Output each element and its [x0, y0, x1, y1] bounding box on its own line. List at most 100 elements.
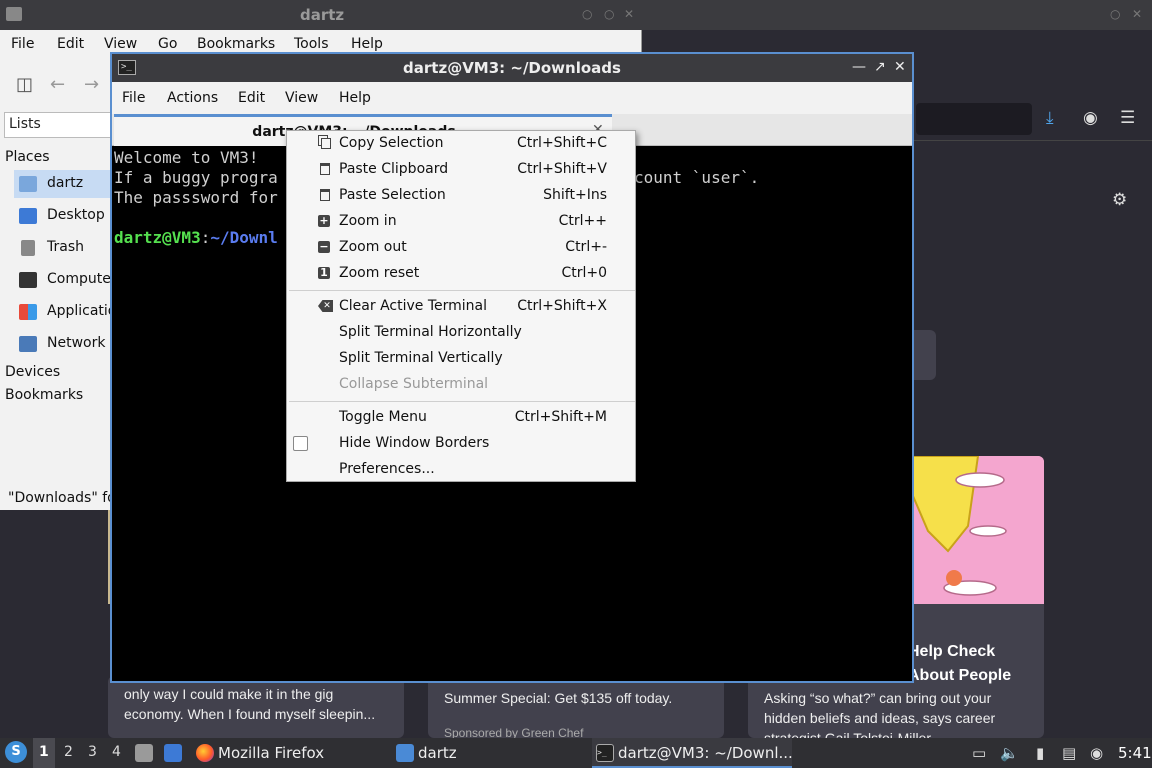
forward-icon[interactable]: →: [84, 74, 99, 95]
maximize-icon[interactable]: ○: [604, 7, 614, 21]
minimize-icon[interactable]: ○: [582, 7, 592, 21]
task-terminal[interactable]: >_ dartz@VM3: ~/Downl...: [592, 738, 793, 768]
close-icon[interactable]: ✕: [894, 59, 906, 75]
menu-item-label: Split Terminal Vertically: [339, 350, 503, 366]
sidebar: Places dartz Desktop Trash Compute Appli…: [0, 146, 116, 486]
new-window-icon[interactable]: ◫: [16, 74, 33, 95]
hamburger-menu-icon[interactable]: ☰: [1120, 108, 1135, 128]
show-desktop-icon[interactable]: [164, 744, 182, 762]
paste-icon: [320, 163, 330, 175]
workspace-4[interactable]: 4: [112, 744, 121, 760]
menu-help[interactable]: Help: [351, 36, 383, 52]
menu-item-shortcut: Ctrl+-: [565, 239, 607, 255]
menu-item-hide-window-borders[interactable]: Hide Window Borders: [287, 431, 635, 457]
menu-item-label: Zoom in: [339, 213, 397, 229]
menu-item-copy-selection[interactable]: Copy Selection Ctrl+Shift+C: [287, 131, 635, 157]
menu-item-preferences[interactable]: Preferences...: [287, 457, 635, 483]
menu-item-zoom-out[interactable]: − Zoom out Ctrl+-: [287, 235, 635, 261]
clear-icon: ✕: [318, 300, 333, 312]
menu-item-clear-active-terminal[interactable]: ✕ Clear Active Terminal Ctrl+Shift+X: [287, 294, 635, 320]
prompt-path: ~/Downl: [210, 228, 278, 247]
sidebar-item-label: Applicatio: [47, 303, 117, 319]
menu-view[interactable]: View: [285, 90, 318, 106]
gear-icon[interactable]: ⚙: [1112, 190, 1127, 210]
download-icon[interactable]: ⤓: [1046, 108, 1054, 128]
menu-edit[interactable]: Edit: [57, 36, 84, 52]
menu-actions[interactable]: Actions: [167, 90, 218, 106]
menu-item-split-horizontally[interactable]: Split Terminal Horizontally: [287, 320, 635, 346]
maximize-icon[interactable]: ↗: [874, 59, 886, 75]
menu-edit[interactable]: Edit: [238, 90, 265, 106]
menu-item-paste-clipboard[interactable]: Paste Clipboard Ctrl+Shift+V: [287, 157, 635, 183]
menu-item-label: Clear Active Terminal: [339, 298, 487, 314]
menu-item-toggle-menu[interactable]: Toggle Menu Ctrl+Shift+M: [287, 405, 635, 431]
url-bar[interactable]: [916, 103, 1032, 135]
prompt-colon: :: [200, 228, 211, 247]
menu-item-split-vertically[interactable]: Split Terminal Vertically: [287, 346, 635, 372]
menu-help[interactable]: Help: [339, 90, 371, 106]
task-label: Mozilla Firefox: [218, 744, 325, 762]
clipboard-icon[interactable]: ▭: [972, 744, 986, 762]
start-menu-icon[interactable]: S: [5, 741, 27, 763]
computer-icon: [19, 272, 37, 288]
network-status-icon[interactable]: ▤: [1062, 744, 1076, 762]
close-icon[interactable]: ✕: [624, 7, 634, 21]
side-pane-selector[interactable]: Lists: [4, 112, 112, 138]
sidebar-item-network[interactable]: Network: [14, 330, 112, 358]
menu-view[interactable]: View: [104, 36, 137, 52]
close-icon[interactable]: ✕: [1132, 7, 1142, 21]
terminal-line: If a buggy progra: [114, 168, 278, 187]
menu-file[interactable]: File: [11, 36, 34, 52]
private-browsing-icon[interactable]: ◉: [1083, 108, 1098, 128]
file-manager-launcher-icon[interactable]: [135, 744, 153, 762]
shell-prompt: dartz@VM3:~/Downl: [114, 228, 278, 248]
devices-heading: Devices: [5, 364, 61, 380]
notes-icon[interactable]: ▮: [1036, 744, 1044, 762]
story-card[interactable]: only way I could make it in the gig econ…: [108, 676, 404, 738]
sidebar-item-applications[interactable]: Applicatio: [14, 298, 116, 326]
menu-item-shortcut: Ctrl++: [558, 213, 607, 229]
paste-icon: [320, 189, 330, 201]
menu-file[interactable]: File: [122, 90, 145, 106]
terminal-icon: >_: [596, 744, 614, 762]
sidebar-item-trash[interactable]: Trash: [14, 234, 112, 262]
menu-item-paste-selection[interactable]: Paste Selection Shift+Ins: [287, 183, 635, 209]
taskbar: S 1 2 3 4 Mozilla Firefox dartz >_ dartz…: [0, 738, 1152, 768]
back-icon[interactable]: ←: [50, 74, 65, 95]
sidebar-item-dartz[interactable]: dartz: [14, 170, 112, 198]
story-title: Help Check About People: [908, 643, 1012, 684]
menu-bookmarks[interactable]: Bookmarks: [197, 36, 275, 52]
menu-item-label: Split Terminal Horizontally: [339, 324, 522, 340]
minimize-icon[interactable]: ○: [1110, 7, 1120, 21]
folder-icon: [396, 744, 414, 762]
firefox-icon: [196, 744, 214, 762]
workspace-2[interactable]: 2: [64, 744, 73, 760]
menu-go[interactable]: Go: [158, 36, 177, 52]
sidebar-item-desktop[interactable]: Desktop: [14, 202, 112, 230]
zoom-in-icon: +: [318, 214, 330, 227]
sidebar-item-label: dartz: [47, 175, 84, 191]
zoom-reset-icon: 1: [318, 267, 330, 279]
clock[interactable]: 5:41: [1118, 744, 1152, 762]
workspace-1[interactable]: 1: [39, 744, 49, 760]
volume-icon[interactable]: 🔈: [1000, 744, 1019, 762]
menu-item-label: Zoom reset: [339, 265, 420, 281]
workspace-3[interactable]: 3: [88, 744, 97, 760]
sidebar-item-computer[interactable]: Compute: [14, 266, 112, 294]
menu-item-label: Toggle Menu: [339, 409, 427, 425]
sponsored-card[interactable]: Summer Special: Get $135 off today. Spon…: [428, 676, 724, 738]
menu-tools[interactable]: Tools: [294, 36, 329, 52]
menu-item-zoom-in[interactable]: + Zoom in Ctrl++: [287, 209, 635, 235]
hide-borders-checkbox[interactable]: [293, 436, 308, 451]
task-firefox[interactable]: Mozilla Firefox: [196, 738, 386, 768]
desktop-icon: [19, 208, 37, 224]
menu-item-label: Copy Selection: [339, 135, 444, 151]
task-file-manager[interactable]: dartz: [396, 738, 586, 768]
minimize-icon[interactable]: —: [852, 59, 866, 75]
notification-icon[interactable]: ◉: [1090, 744, 1103, 762]
menu-item-shortcut: Ctrl+Shift+M: [514, 409, 607, 425]
menu-item-label: Collapse Subterminal: [339, 376, 489, 392]
menu-item-zoom-reset[interactable]: 1 Zoom reset Ctrl+0: [287, 261, 635, 287]
menu-separator: [289, 401, 635, 402]
copy-icon: [321, 138, 331, 149]
